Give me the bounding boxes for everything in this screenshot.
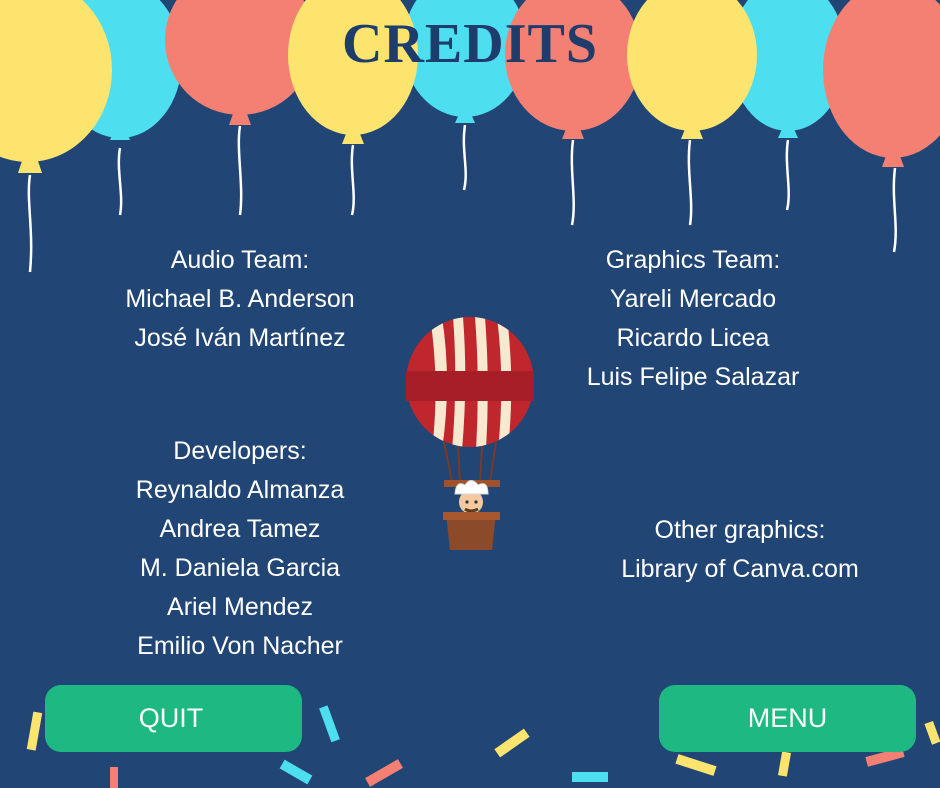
graphics-team-member: Luis Felipe Salazar xyxy=(586,363,800,391)
audio-team-heading: Audio Team: xyxy=(170,246,310,274)
audio-team-section: Audio Team: Michael B. Anderson José Ivá… xyxy=(90,241,390,358)
developer-member: Reynaldo Almanza xyxy=(135,476,345,504)
other-graphics-source: Library of Canva.com xyxy=(621,555,859,583)
chef-character-icon xyxy=(454,480,489,514)
developers-section: Developers: Reynaldo Almanza Andrea Tame… xyxy=(90,432,390,666)
developer-member: Andrea Tamez xyxy=(159,515,321,543)
graphics-team-member: Ricardo Licea xyxy=(616,324,770,352)
developer-member: M. Daniela Garcia xyxy=(139,554,341,582)
developer-member: Ariel Mendez xyxy=(167,593,313,621)
graphics-team-heading: Graphics Team: xyxy=(605,246,781,274)
hot-air-balloon-icon xyxy=(406,317,534,550)
graphics-team-member: Yareli Mercado xyxy=(609,285,777,313)
other-graphics-section: Other graphics: Library of Canva.com xyxy=(590,511,890,589)
audio-team-member: Michael B. Anderson xyxy=(125,285,355,313)
graphics-team-section: Graphics Team: Yareli Mercado Ricardo Li… xyxy=(543,241,843,397)
other-graphics-heading: Other graphics: xyxy=(654,516,826,544)
quit-button-label: QUIT xyxy=(138,703,204,733)
menu-button-label: MENU xyxy=(747,703,828,733)
developers-heading: Developers: xyxy=(173,437,307,465)
audio-team-member: José Iván Martínez xyxy=(134,324,346,352)
menu-button[interactable]: MENU xyxy=(659,685,916,752)
page-title: CREDITS xyxy=(342,13,598,75)
developer-member: Emilio Von Nacher xyxy=(137,632,343,660)
quit-button[interactable]: QUIT xyxy=(45,685,302,752)
